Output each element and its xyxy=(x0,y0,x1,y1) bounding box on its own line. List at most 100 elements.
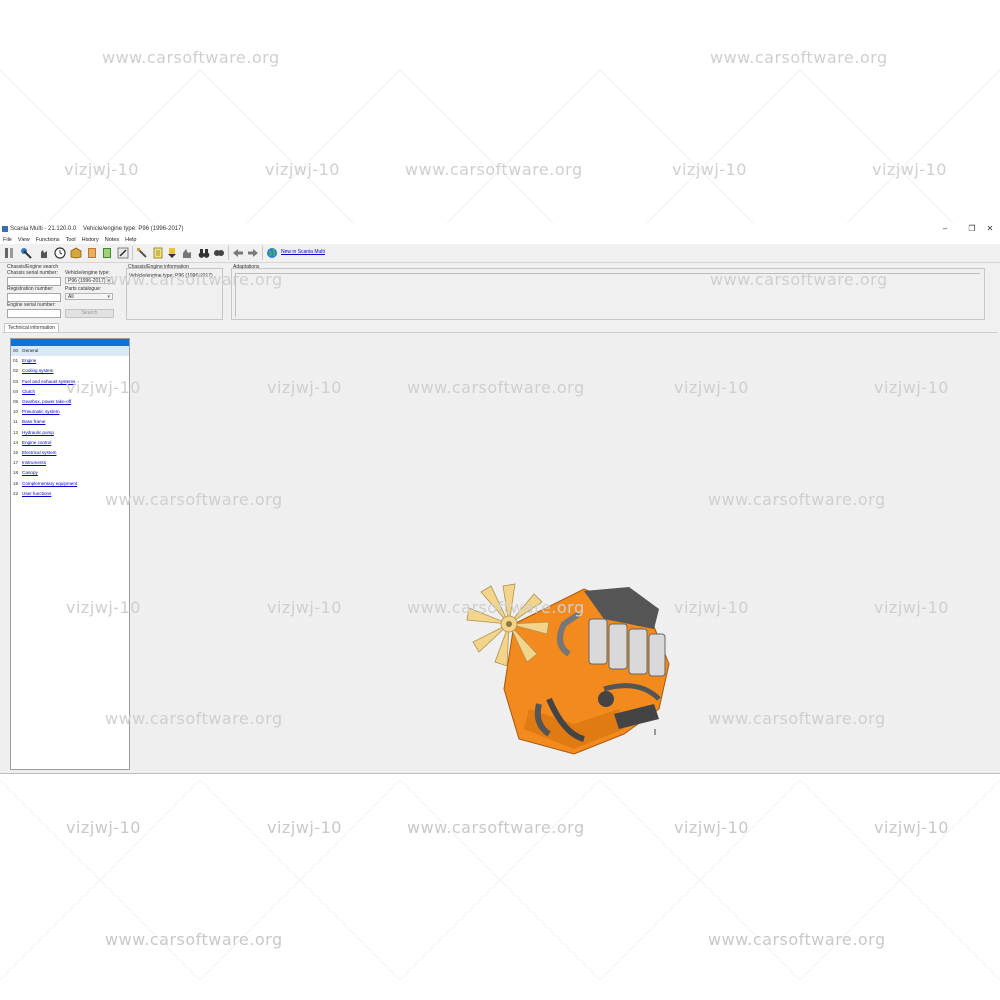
tree-item-general[interactable]: 00 General xyxy=(11,346,129,357)
tree-item-fuel-and-exhaust-systems[interactable]: 03 Fuel and exhaust systems xyxy=(11,377,129,387)
wrench-icon[interactable] xyxy=(20,247,32,259)
vehicle-type-select[interactable]: P96 (1996-2017) xyxy=(65,277,113,285)
binoculars-icon[interactable] xyxy=(198,247,210,259)
tree-item-number: 04 xyxy=(13,388,19,394)
registration-label: Registration number: xyxy=(7,286,54,292)
tree-item-number: 11 xyxy=(13,419,18,425)
toolbar-separator xyxy=(132,246,133,260)
clock-icon[interactable] xyxy=(54,247,66,259)
tools-icon[interactable] xyxy=(3,247,15,259)
tab-technical-information[interactable]: Technical information xyxy=(4,323,59,332)
chassis-label: Chassis serial number: xyxy=(7,270,58,276)
parts-catalogue-select[interactable]: All xyxy=(65,293,113,301)
book-icon[interactable] xyxy=(86,247,98,259)
hand-icon[interactable] xyxy=(38,247,50,259)
adaptations-list[interactable] xyxy=(235,273,980,317)
tree-item-label[interactable]: Fuel and exhaust systems xyxy=(22,379,75,384)
document-icon[interactable] xyxy=(152,247,164,259)
edit-icon[interactable] xyxy=(117,247,129,259)
search-icon[interactable] xyxy=(213,247,225,259)
watermark: vizjwj-10 xyxy=(66,818,141,837)
tree-item-base-frame[interactable]: 11 Base frame xyxy=(11,417,129,427)
tree-item-label[interactable]: Instruments xyxy=(22,460,46,465)
tree-item-clutch[interactable]: 04 Clutch xyxy=(11,387,129,397)
tree-item-gearbox-power-take-off[interactable]: 05 Gearbox, power take-off xyxy=(11,397,129,407)
vehicle-title: Vehicle/engine type: P96 (1996-2017) xyxy=(83,226,184,232)
tree-item-electrical-system[interactable]: 16 Electrical system xyxy=(11,448,129,458)
menu-bar: File View Functions Tool History Notes H… xyxy=(0,236,1000,244)
menu-history[interactable]: History xyxy=(82,237,99,243)
tree-item-label[interactable]: Cooling system xyxy=(22,368,53,373)
tree-item-number: 13 xyxy=(13,429,19,435)
menu-tool[interactable]: Tool xyxy=(66,237,76,243)
tree-item-number: 05 xyxy=(13,399,19,405)
tree-item-label[interactable]: Clutch xyxy=(22,389,35,394)
adaptations-title: Adaptations xyxy=(233,264,260,270)
tree-item-label[interactable]: Pneumatic system xyxy=(22,409,60,414)
tree-item-instruments[interactable]: 17 Instruments xyxy=(11,458,129,468)
tree-item-label[interactable]: Base frame xyxy=(22,419,46,424)
tree-item-number: 00 xyxy=(13,348,19,353)
title-bar: Scania Multi - 21.120.0.0 Vehicle/engine… xyxy=(0,223,1000,236)
menu-help[interactable]: Help xyxy=(125,237,136,243)
tree-item-number: 19 xyxy=(13,480,19,486)
tree-item-label[interactable]: Engine control xyxy=(22,440,51,445)
tree-item-number: 01 xyxy=(13,358,19,364)
tree-item-user-functions[interactable]: 22 User functions xyxy=(11,489,129,499)
tree-item-cooling-system[interactable]: 02 Cooling system xyxy=(11,366,129,376)
watermark: www.carsoftware.org xyxy=(105,930,283,949)
parts-catalogue-label: Parts catalogue: xyxy=(65,286,102,292)
tree-item-label[interactable]: Engine xyxy=(22,358,36,363)
book-green-icon[interactable] xyxy=(101,247,113,259)
screwdriver-icon[interactable] xyxy=(136,247,148,259)
adaptations-panel xyxy=(231,268,985,320)
restore-button[interactable]: ❐ xyxy=(965,224,979,233)
tree-item-number: 14 xyxy=(13,439,19,445)
globe-icon[interactable] xyxy=(266,247,278,259)
watermark: www.carsoftware.org xyxy=(405,160,583,179)
vehicle-type-label: Vehicle/engine type: xyxy=(65,270,110,276)
tree-item-complementary-equipment[interactable]: 19 Complementary equipment xyxy=(11,479,129,489)
chapter-list: 00 General 01 Engine 02 Cooling system 03 Fuel … xyxy=(11,346,129,499)
watermark: vizjwj-10 xyxy=(874,818,949,837)
tree-item-number: 16 xyxy=(13,450,19,456)
tree-item-engine[interactable]: 01 Engine xyxy=(11,356,129,366)
technical-information-content: 00 General 01 Engine 02 Cooling system 03 Fuel … xyxy=(2,332,998,773)
menu-notes[interactable]: Notes xyxy=(105,237,119,243)
new-in-scania-multi-link[interactable]: New in Scania Multi xyxy=(281,249,325,255)
tree-item-pneumatic-system[interactable]: 10 Pneumatic system xyxy=(11,407,129,417)
registration-input[interactable] xyxy=(7,293,61,302)
tree-item-canopy[interactable]: 18 Canopy xyxy=(11,468,129,478)
search-button[interactable]: Search xyxy=(65,309,114,318)
menu-file[interactable]: File xyxy=(3,237,12,243)
engine-serial-input[interactable] xyxy=(7,309,61,318)
minimize-button[interactable]: – xyxy=(938,224,952,233)
tree-item-label[interactable]: User functions xyxy=(22,491,51,496)
tree-item-label[interactable]: Canopy xyxy=(22,470,38,475)
chassis-serial-input[interactable] xyxy=(7,277,61,286)
watermark: vizjwj-10 xyxy=(267,818,342,837)
hand-tool-icon[interactable] xyxy=(181,247,193,259)
chapter-tree: 00 General 01 Engine 02 Cooling system 03 Fuel … xyxy=(10,338,130,770)
tree-item-number: 02 xyxy=(13,368,19,374)
chassis-info-title: Chassis/Engine information xyxy=(128,264,189,270)
close-button[interactable]: ✕ xyxy=(983,224,997,233)
tree-item-label[interactable]: Complementary equipment xyxy=(22,481,77,486)
window-title: Scania Multi - 21.120.0.0 Vehicle/engine… xyxy=(10,226,183,232)
tree-item-hydraulic-pump[interactable]: 13 Hydraulic pump xyxy=(11,428,129,438)
watermark: vizjwj-10 xyxy=(672,160,747,179)
menu-view[interactable]: View xyxy=(18,237,30,243)
watermark: www.carsoftware.org xyxy=(710,48,888,67)
watermark: vizjwj-10 xyxy=(64,160,139,179)
tree-item-label[interactable]: Electrical system xyxy=(22,450,56,455)
tree-item-label[interactable]: Hydraulic pump xyxy=(22,430,54,435)
chassis-info-panel: Vehicle/engine type: P96 (1996-2017) xyxy=(126,268,223,320)
box-icon[interactable] xyxy=(70,247,82,259)
arrow-down-icon[interactable] xyxy=(166,247,178,259)
tree-item-label[interactable]: Gearbox, power take-off xyxy=(22,399,71,404)
tree-item-engine-control[interactable]: 14 Engine control xyxy=(11,438,129,448)
back-arrow-icon[interactable] xyxy=(232,247,244,259)
menu-functions[interactable]: Functions xyxy=(36,237,60,243)
tree-item-label[interactable]: General xyxy=(22,348,38,353)
forward-arrow-icon[interactable] xyxy=(247,247,259,259)
